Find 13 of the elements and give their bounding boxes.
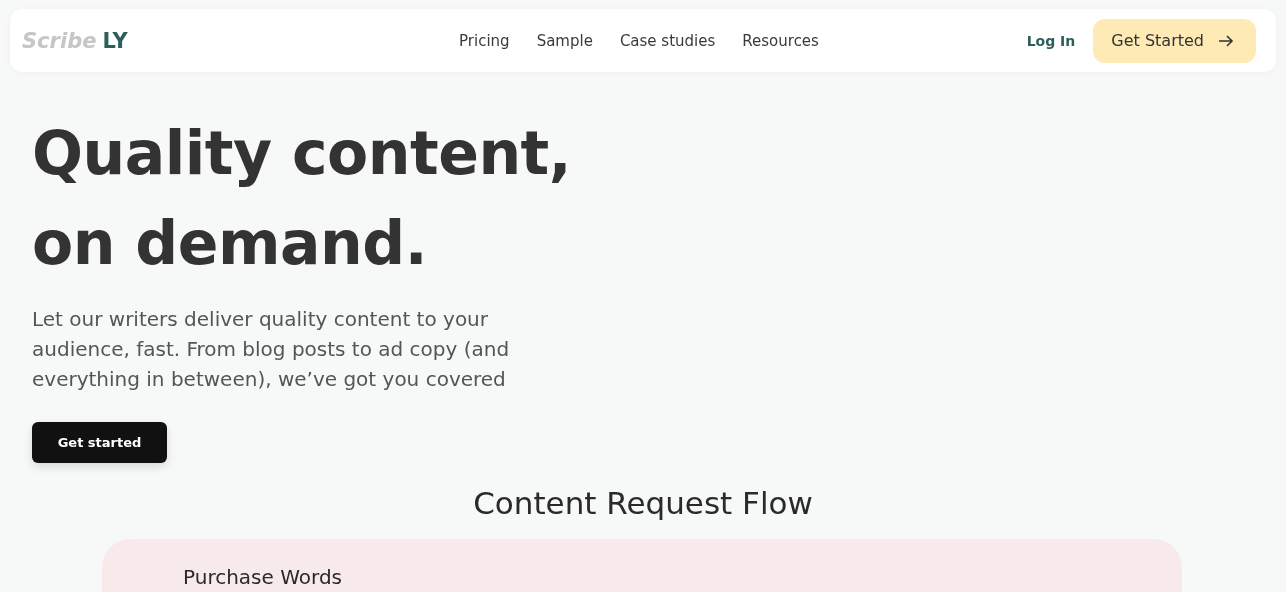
nav-link[interactable]: Pricing	[459, 31, 510, 50]
arrow-right-icon	[1218, 33, 1234, 48]
section-title: Content Request Flow	[472, 485, 814, 521]
get-started-button[interactable]: Get Started	[1093, 18, 1256, 63]
hero-title: Quality content, on demand.	[32, 117, 573, 280]
login-link[interactable]: Log In	[1026, 32, 1076, 49]
hero-subtitle: Let our writers deliver quality content to your audience, fast. From blog posts to ad copy (and everything in between), we’ve got you covered	[32, 306, 511, 393]
nav-link[interactable]: Case studies	[619, 31, 716, 50]
nav-link[interactable]: Resources	[742, 31, 819, 50]
logo[interactable]: Scribe LY	[22, 28, 460, 53]
step-title: Purchase Words	[183, 565, 343, 589]
get-started-button[interactable]: Get started	[32, 422, 167, 463]
nav-link[interactable]: Sample	[536, 31, 593, 50]
